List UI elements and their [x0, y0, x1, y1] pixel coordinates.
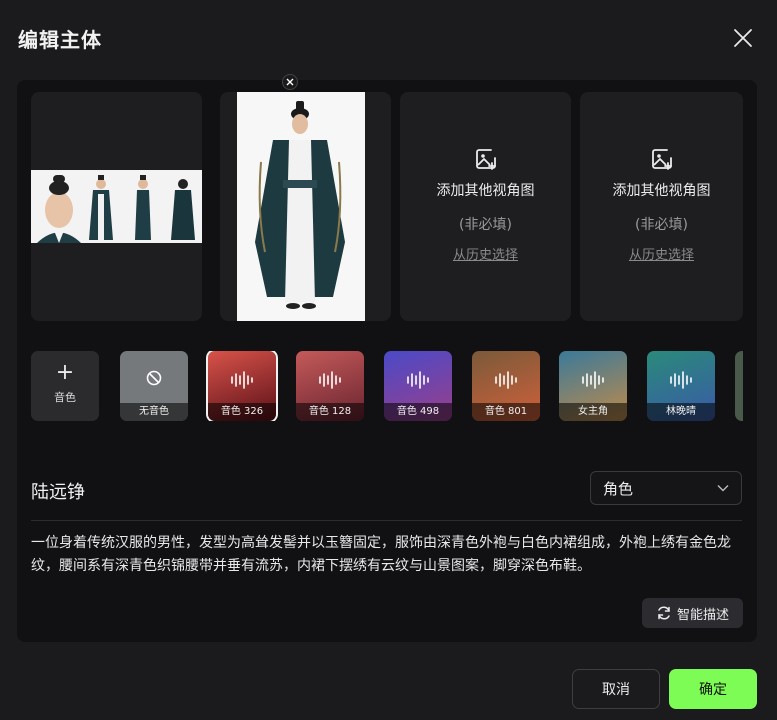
chevron-down-icon	[717, 485, 729, 492]
voice-label: 无音色	[120, 403, 188, 421]
confirm-button[interactable]: 确定	[669, 669, 757, 709]
voice-selector: + 音色 无音色 音色 326 音色 128 音色 498 音色 801 女主角…	[31, 351, 743, 421]
no-voice-icon	[146, 370, 162, 386]
voice-tile-498[interactable]: 音色 498	[384, 351, 452, 421]
history-link[interactable]: 从历史选择	[453, 244, 518, 263]
subject-name: 陆远铮	[31, 482, 85, 503]
add-image-icon	[475, 149, 496, 170]
voice-label: 音色 498	[384, 403, 452, 421]
voice-label: 女主角	[559, 403, 627, 421]
voice-tile-326[interactable]: 音色 326	[206, 351, 278, 421]
voice-tile-partial[interactable]	[735, 351, 743, 421]
voice-tile-heroine[interactable]: 女主角	[559, 351, 627, 421]
close-button[interactable]	[731, 26, 755, 50]
voice-tile-801[interactable]: 音色 801	[472, 351, 540, 421]
history-link[interactable]: 从历史选择	[629, 244, 694, 263]
turnaround-thumbnail	[31, 170, 202, 243]
reference-image-front[interactable]	[220, 92, 391, 321]
voice-tile-none[interactable]: 无音色	[120, 351, 188, 421]
voice-tile-128[interactable]: 音色 128	[296, 351, 364, 421]
remove-voice-button[interactable]	[282, 74, 298, 90]
add-image-icon	[651, 149, 672, 170]
add-voice-button[interactable]: + 音色	[31, 351, 99, 421]
voice-label: 林晚晴	[647, 403, 715, 421]
fullbody-image	[237, 92, 365, 321]
waveform-icon	[670, 371, 692, 389]
close-icon	[286, 78, 294, 86]
voice-tile-linwanqing[interactable]: 林晚晴	[647, 351, 715, 421]
voice-label: 音色 801	[472, 403, 540, 421]
voice-label: 音色 128	[296, 403, 364, 421]
edit-panel: 添加其他视角图 (非必填) 从历史选择 添加其他视角图 (非必填) 从历史选择 …	[17, 74, 757, 642]
close-icon	[734, 29, 752, 47]
refresh-icon	[658, 606, 670, 620]
voice-label: 音色 326	[208, 403, 276, 421]
role-dropdown[interactable]: 角色	[590, 471, 742, 505]
waveform-icon	[407, 371, 429, 389]
optional-hint: (非必填)	[459, 217, 512, 233]
add-voice-label: 音色	[54, 391, 76, 404]
divider	[31, 520, 742, 521]
optional-hint: (非必填)	[635, 217, 688, 233]
add-view-title: 添加其他视角图	[436, 183, 535, 199]
subject-description[interactable]: 一位身着传统汉服的男性，发型为高耸发髻并以玉簪固定，服饰由深青色外袍与白色内裙组…	[31, 532, 746, 578]
dialog-title: 编辑主体	[18, 28, 102, 52]
reference-image-turnaround[interactable]	[31, 92, 202, 321]
waveform-icon	[231, 371, 253, 389]
waveform-icon	[582, 371, 604, 389]
waveform-icon	[319, 371, 341, 389]
smart-describe-label: 智能描述	[676, 607, 729, 623]
add-view-card-2[interactable]: 添加其他视角图 (非必填) 从历史选择	[580, 92, 743, 321]
role-value: 角色	[603, 479, 634, 498]
add-view-card-1[interactable]: 添加其他视角图 (非必填) 从历史选择	[400, 92, 571, 321]
add-view-title: 添加其他视角图	[612, 183, 711, 199]
cancel-button[interactable]: 取消	[572, 669, 660, 709]
plus-icon: +	[55, 360, 75, 385]
waveform-icon	[495, 371, 517, 389]
smart-describe-button[interactable]: 智能描述	[642, 598, 743, 628]
